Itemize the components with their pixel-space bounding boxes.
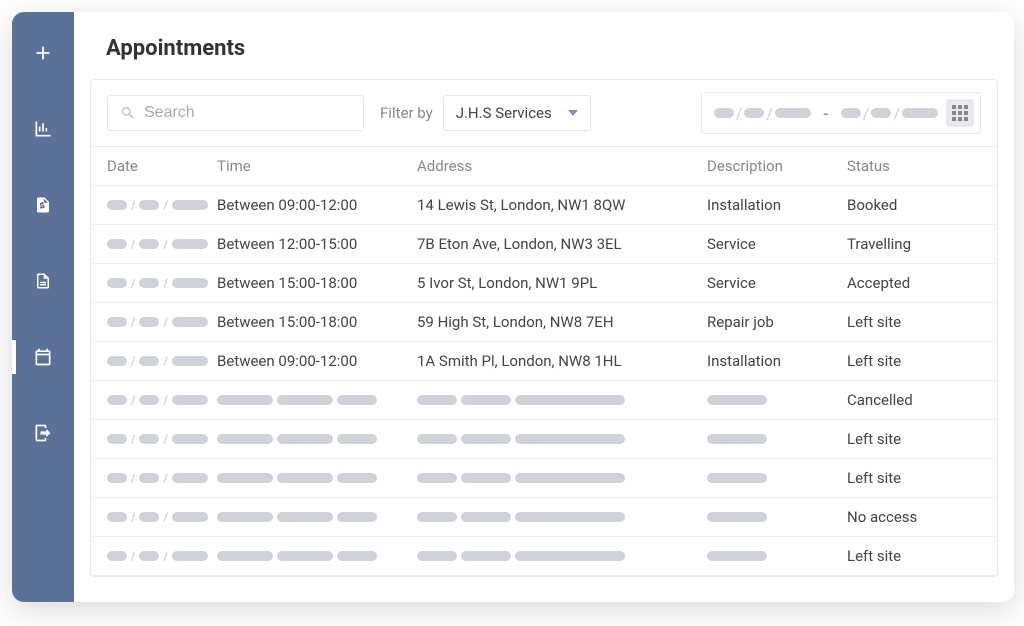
cell-address: 5 Ivor St, London, NW1 9PL	[417, 274, 707, 292]
page-title: Appointments	[74, 12, 1014, 79]
date-placeholder: //	[107, 237, 217, 251]
cell-status: Cancelled	[847, 391, 967, 409]
cell-description: Repair job	[707, 313, 847, 331]
cell-status: Booked	[847, 196, 967, 214]
cell-status: Left site	[847, 313, 967, 331]
table-row[interactable]: // Left site	[91, 537, 997, 576]
cell-description: Installation	[707, 196, 847, 214]
date-range-picker[interactable]: // - //	[701, 92, 981, 134]
cell-description: Service	[707, 274, 847, 292]
redacted-cell	[707, 395, 847, 405]
redacted-cell	[217, 434, 417, 444]
col-address: Address	[417, 157, 707, 175]
cell-time: Between 12:00-15:00	[217, 235, 417, 253]
redacted-cell	[707, 473, 847, 483]
redacted-cell	[417, 512, 707, 522]
cell-description: Installation	[707, 352, 847, 370]
date-placeholder: //	[107, 549, 217, 563]
date-range-separator: -	[823, 104, 829, 123]
redacted-cell	[417, 395, 707, 405]
table-row[interactable]: // No access	[91, 498, 997, 537]
redacted-cell	[417, 434, 707, 444]
search-icon	[120, 105, 136, 121]
cell-time: Between 09:00-12:00	[217, 352, 417, 370]
date-from-placeholder: //	[714, 104, 811, 123]
date-placeholder: //	[107, 198, 217, 212]
col-time: Time	[217, 157, 417, 175]
chart-icon	[33, 119, 53, 139]
cell-status: Left site	[847, 469, 967, 487]
date-placeholder: //	[107, 276, 217, 290]
redacted-cell	[217, 551, 417, 561]
sidebar-item-calendar[interactable]	[12, 334, 74, 380]
cell-address: 14 Lewis St, London, NW1 8QW	[417, 196, 707, 214]
cell-status: Accepted	[847, 274, 967, 292]
sidebar	[12, 12, 74, 602]
sidebar-item-invoice[interactable]	[12, 182, 74, 228]
search-field-wrap[interactable]	[107, 95, 364, 131]
date-placeholder: //	[107, 432, 217, 446]
redacted-cell	[417, 473, 707, 483]
calendar-icon	[33, 347, 53, 367]
grid-icon	[952, 105, 968, 121]
table-row[interactable]: //Between 12:00-15:007B Eton Ave, London…	[91, 225, 997, 264]
col-status: Status	[847, 157, 967, 175]
date-placeholder: //	[107, 315, 217, 329]
col-description: Description	[707, 157, 847, 175]
cell-time: Between 15:00-18:00	[217, 274, 417, 292]
cell-address: 7B Eton Ave, London, NW3 3EL	[417, 235, 707, 253]
redacted-cell	[707, 551, 847, 561]
date-placeholder: //	[107, 510, 217, 524]
cell-address: 59 High St, London, NW8 7EH	[417, 313, 707, 331]
redacted-cell	[417, 551, 707, 561]
search-input[interactable]	[144, 104, 351, 122]
table-header-row: Date Time Address Description Status	[91, 147, 997, 186]
content-area: Appointments Filter by J.H.S Services //…	[74, 12, 1014, 602]
sidebar-item-add[interactable]	[12, 30, 74, 76]
redacted-cell	[217, 395, 417, 405]
cell-address: 1A Smith Pl, London, NW8 1HL	[417, 352, 707, 370]
document-icon	[34, 271, 52, 291]
redacted-cell	[707, 434, 847, 444]
date-placeholder: //	[107, 393, 217, 407]
cell-status: Left site	[847, 547, 967, 565]
sidebar-item-document[interactable]	[12, 258, 74, 304]
table-row[interactable]: //Between 09:00-12:001A Smith Pl, London…	[91, 342, 997, 381]
toolbar: Filter by J.H.S Services // - //	[91, 80, 997, 147]
filter-wrap: Filter by J.H.S Services	[380, 95, 591, 131]
filter-value: J.H.S Services	[456, 104, 552, 122]
date-to-placeholder: //	[841, 104, 938, 123]
table-row[interactable]: // Cancelled	[91, 381, 997, 420]
sidebar-item-analytics[interactable]	[12, 106, 74, 152]
redacted-cell	[217, 512, 417, 522]
logout-icon	[33, 423, 53, 443]
invoice-icon	[34, 195, 52, 215]
app-window: Appointments Filter by J.H.S Services //…	[12, 12, 1014, 602]
table-row[interactable]: //Between 15:00-18:005 Ivor St, London, …	[91, 264, 997, 303]
date-placeholder: //	[107, 354, 217, 368]
appointments-table: Date Time Address Description Status //B…	[91, 147, 997, 576]
col-date: Date	[107, 157, 217, 175]
plus-icon	[32, 42, 54, 64]
table-row[interactable]: // Left site	[91, 420, 997, 459]
cell-status: Left site	[847, 352, 967, 370]
filter-select[interactable]: J.H.S Services	[443, 95, 591, 131]
calendar-grid-button[interactable]	[946, 99, 974, 127]
cell-status: Left site	[847, 430, 967, 448]
date-placeholder: //	[107, 471, 217, 485]
appointments-panel: Filter by J.H.S Services // - //	[90, 79, 998, 577]
cell-description: Service	[707, 235, 847, 253]
cell-status: No access	[847, 508, 967, 526]
table-row[interactable]: // Left site	[91, 459, 997, 498]
redacted-cell	[707, 512, 847, 522]
table-row[interactable]: //Between 15:00-18:0059 High St, London,…	[91, 303, 997, 342]
filter-label: Filter by	[380, 104, 433, 122]
cell-time: Between 15:00-18:00	[217, 313, 417, 331]
cell-status: Travelling	[847, 235, 967, 253]
cell-time: Between 09:00-12:00	[217, 196, 417, 214]
sidebar-item-logout[interactable]	[12, 410, 74, 456]
table-row[interactable]: //Between 09:00-12:0014 Lewis St, London…	[91, 186, 997, 225]
redacted-cell	[217, 473, 417, 483]
